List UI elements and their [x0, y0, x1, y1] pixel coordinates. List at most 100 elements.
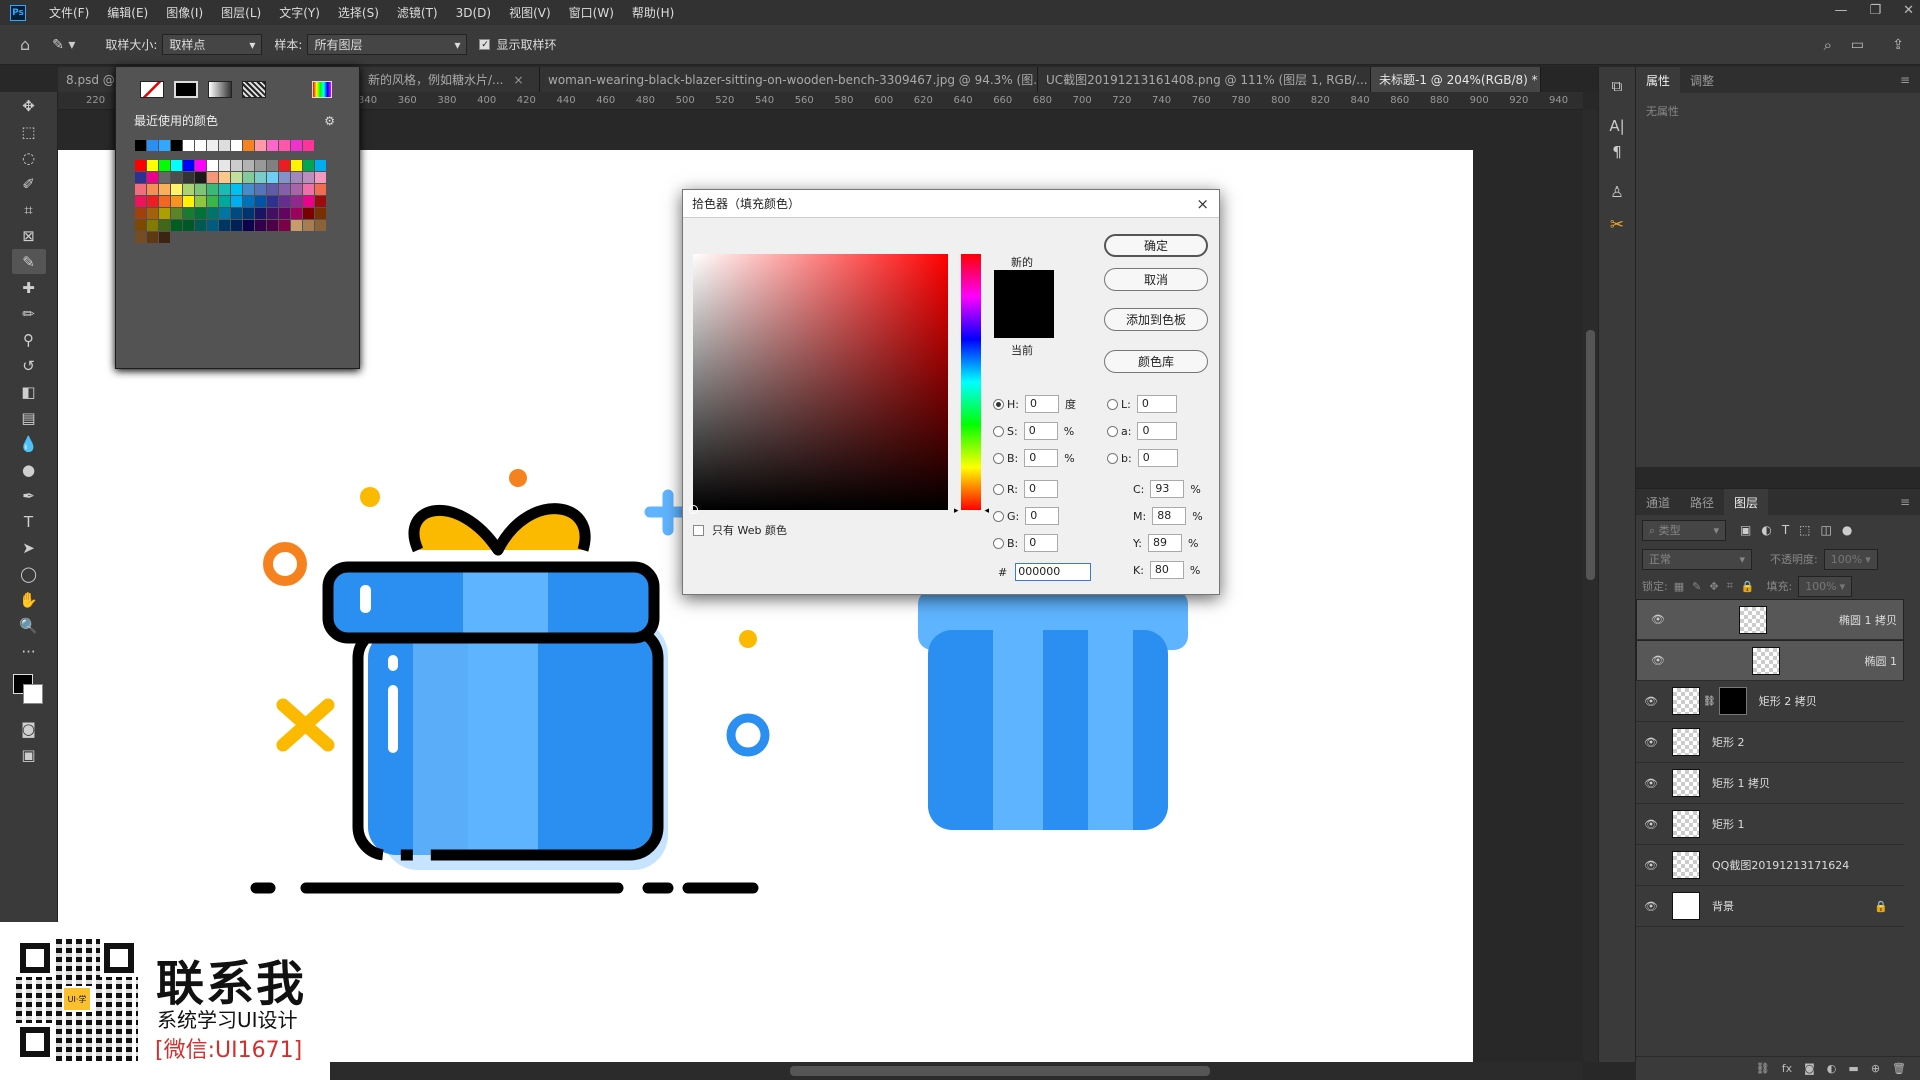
share-icon[interactable]: ⇪ — [1892, 37, 1904, 53]
color-swatch[interactable] — [255, 172, 266, 183]
sample-size-select[interactable]: 取样点 ▾ — [162, 34, 263, 55]
color-swatch[interactable] — [255, 220, 266, 231]
color-swatch[interactable] — [267, 196, 278, 207]
eraser-tool-icon[interactable]: ◧ — [12, 379, 46, 404]
color-swatch[interactable] — [291, 172, 302, 183]
color-swatch[interactable] — [135, 220, 146, 231]
close-tab-icon[interactable]: × — [514, 73, 524, 87]
dodge-tool-icon[interactable]: ● — [12, 457, 46, 482]
delete-layer-icon[interactable]: 🗑 — [1892, 1062, 1906, 1075]
visibility-eye-icon[interactable]: 👁 — [1644, 818, 1664, 831]
pen-tool-icon[interactable]: ✒ — [12, 483, 46, 508]
layer-row[interactable]: 👁 矩形 1 — [1636, 804, 1904, 845]
menu-layer[interactable]: 图层(L) — [212, 4, 270, 21]
tools-preset-icon[interactable]: ✂ — [1599, 215, 1635, 235]
restore-icon[interactable]: ❐ — [1869, 3, 1881, 18]
tab-uc-screenshot[interactable]: UC截图20191213161408.png @ 111% (图层 1, RGB… — [1038, 67, 1371, 92]
lab-a-radio[interactable] — [1107, 425, 1118, 437]
color-swatch[interactable] — [171, 220, 182, 231]
color-swatch[interactable] — [171, 172, 182, 183]
visibility-eye-icon[interactable]: 👁 — [1651, 613, 1671, 626]
color-picker-icon[interactable] — [312, 81, 332, 98]
color-swatch[interactable] — [291, 160, 302, 171]
menu-file[interactable]: 文件(F) — [40, 4, 98, 21]
black-input[interactable]: 80 — [1149, 561, 1184, 579]
color-swatch[interactable] — [147, 172, 158, 183]
color-swatch[interactable] — [279, 160, 290, 171]
move-tool-icon[interactable]: ✥ — [12, 93, 46, 118]
brightness-radio[interactable] — [993, 452, 1004, 464]
color-swatch[interactable] — [219, 196, 230, 207]
color-swatch[interactable] — [243, 196, 254, 207]
history-brush-icon[interactable]: ↺ — [12, 353, 46, 378]
lasso-tool-icon[interactable]: ◌ — [12, 145, 46, 170]
hue-input[interactable]: 0 — [1024, 395, 1059, 413]
visibility-eye-icon[interactable]: 👁 — [1644, 777, 1664, 790]
crop-tool-icon[interactable]: ⌗ — [12, 197, 46, 222]
color-swatch[interactable] — [267, 172, 278, 183]
color-swatch[interactable] — [183, 220, 194, 231]
add-to-swatches-button[interactable]: 添加到色板 — [1104, 308, 1208, 331]
color-swatch[interactable] — [159, 160, 170, 171]
color-swatch[interactable] — [219, 184, 230, 195]
color-swatch[interactable] — [231, 208, 242, 219]
recent-color-swatch[interactable] — [279, 140, 290, 151]
adjustment-layer-icon[interactable]: ◐ — [1827, 1062, 1837, 1075]
color-swatch[interactable] — [159, 172, 170, 183]
panel-menu-icon[interactable]: ≡ — [1890, 495, 1920, 509]
color-swatch[interactable] — [303, 160, 314, 171]
more-tools-icon[interactable]: ··· — [12, 639, 46, 664]
red-radio[interactable] — [993, 483, 1004, 495]
sample-select[interactable]: 所有图层 ▾ — [307, 34, 468, 55]
color-swatch[interactable] — [291, 220, 302, 231]
color-swatch[interactable] — [195, 220, 206, 231]
add-mask-icon[interactable]: ◙ — [1804, 1062, 1815, 1075]
color-swatch[interactable] — [279, 208, 290, 219]
color-swatch[interactable] — [159, 196, 170, 207]
color-swatch[interactable] — [315, 184, 326, 195]
color-swatches[interactable] — [9, 670, 49, 710]
brush-tool-icon[interactable]: ✏ — [12, 301, 46, 326]
path-select-tool-icon[interactable]: ➤ — [12, 535, 46, 560]
color-swatch[interactable] — [219, 208, 230, 219]
menu-filter[interactable]: 滤镜(T) — [388, 4, 447, 21]
tab-adjustments[interactable]: 调整 — [1680, 72, 1724, 89]
visibility-eye-icon[interactable]: 👁 — [1651, 654, 1671, 667]
layer-mask-thumbnail[interactable] — [1718, 687, 1747, 715]
filter-pixel-icon[interactable]: ▣ — [1740, 523, 1751, 537]
lock-all-icon[interactable]: 🔒 — [1741, 580, 1755, 593]
color-swatch[interactable] — [267, 184, 278, 195]
tab-new-style[interactable]: 新的风格，例如糖水片/... × — [360, 67, 540, 92]
color-swatch[interactable] — [135, 184, 146, 195]
tab-channels[interactable]: 通道 — [1636, 494, 1680, 511]
visibility-eye-icon[interactable]: 👁 — [1644, 695, 1664, 708]
tab-untitled-1[interactable]: 未标题-1 @ 204%(RGB/8) *× — [1371, 67, 1541, 92]
visibility-eye-icon[interactable]: 👁 — [1644, 859, 1664, 872]
color-swatch[interactable] — [207, 220, 218, 231]
layer-row[interactable]: 👁 矩形 2 — [1636, 722, 1904, 763]
recent-color-swatch[interactable] — [207, 140, 218, 151]
color-swatch[interactable] — [135, 172, 146, 183]
show-ring-checkbox[interactable]: ✓ — [479, 39, 491, 50]
gear-icon[interactable]: ⚙ — [324, 114, 335, 128]
color-swatch[interactable] — [303, 196, 314, 207]
recent-color-swatch[interactable] — [159, 140, 170, 151]
menu-select[interactable]: 选择(S) — [329, 4, 388, 21]
color-swatch[interactable] — [147, 160, 158, 171]
color-swatch[interactable] — [135, 232, 146, 243]
menu-3d[interactable]: 3D(D) — [447, 6, 500, 20]
layer-row[interactable]: 👁 ⛓ 矩形 2 拷贝 — [1636, 681, 1904, 722]
visibility-eye-icon[interactable]: 👁 — [1644, 900, 1664, 913]
lock-position-icon[interactable]: ✥ — [1709, 580, 1718, 593]
screen-mode-icon[interactable]: ▣ — [12, 742, 46, 767]
filter-smart-object-icon[interactable]: ◫ — [1821, 523, 1832, 537]
type-tool-icon[interactable]: T — [12, 509, 46, 534]
color-swatch[interactable] — [159, 184, 170, 195]
color-swatch[interactable] — [207, 184, 218, 195]
recent-color-swatch[interactable] — [135, 140, 146, 151]
color-swatch[interactable] — [315, 196, 326, 207]
color-swatch[interactable] — [315, 208, 326, 219]
color-swatch[interactable] — [291, 184, 302, 195]
recent-color-swatch[interactable] — [219, 140, 230, 151]
color-swatch[interactable] — [303, 172, 314, 183]
